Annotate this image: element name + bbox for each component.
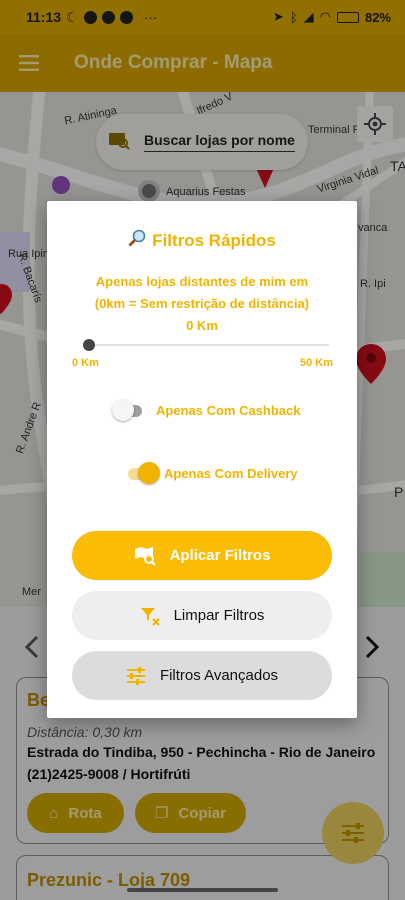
cashback-toggle-row[interactable]: Apenas Com Cashback	[110, 399, 301, 421]
distance-slider[interactable]	[89, 344, 329, 346]
tune-icon	[126, 666, 145, 685]
advanced-filters-label: Filtros Avançados	[159, 667, 279, 684]
dialog-title: Filtros Rápidos	[47, 229, 357, 252]
distance-description: Apenas lojas distantes de mim em	[95, 274, 309, 289]
filter-clear-icon	[140, 607, 160, 626]
apply-filters-button[interactable]: Aplicar Filtros	[72, 531, 332, 580]
distance-description-note: (0km = Sem restrição de distância)	[94, 296, 310, 311]
switch-knob	[112, 399, 134, 421]
distance-value: 0 Km	[186, 318, 218, 333]
cashback-label: Apenas Com Cashback	[156, 402, 301, 418]
magnifier-icon	[128, 229, 146, 252]
switch-knob	[138, 462, 160, 484]
clear-filters-button[interactable]: Limpar Filtros	[72, 591, 332, 640]
map-search-icon	[134, 546, 156, 566]
apply-filters-label: Aplicar Filtros	[169, 547, 271, 564]
quick-filters-dialog: Filtros Rápidos Apenas lojas distantes d…	[47, 201, 357, 718]
advanced-filters-button[interactable]: Filtros Avançados	[72, 651, 332, 700]
dialog-title-text: Filtros Rápidos	[152, 230, 276, 250]
distance-slider-handle[interactable]	[83, 339, 95, 351]
delivery-label: Apenas Com Delivery	[164, 465, 298, 481]
clear-filters-label: Limpar Filtros	[173, 607, 265, 624]
cashback-switch[interactable]	[110, 399, 146, 421]
slider-min-label: 0 Km	[72, 357, 99, 369]
delivery-switch[interactable]	[124, 462, 160, 484]
slider-max-label: 50 Km	[300, 357, 334, 369]
delivery-toggle-row[interactable]: Apenas Com Delivery	[124, 462, 298, 484]
